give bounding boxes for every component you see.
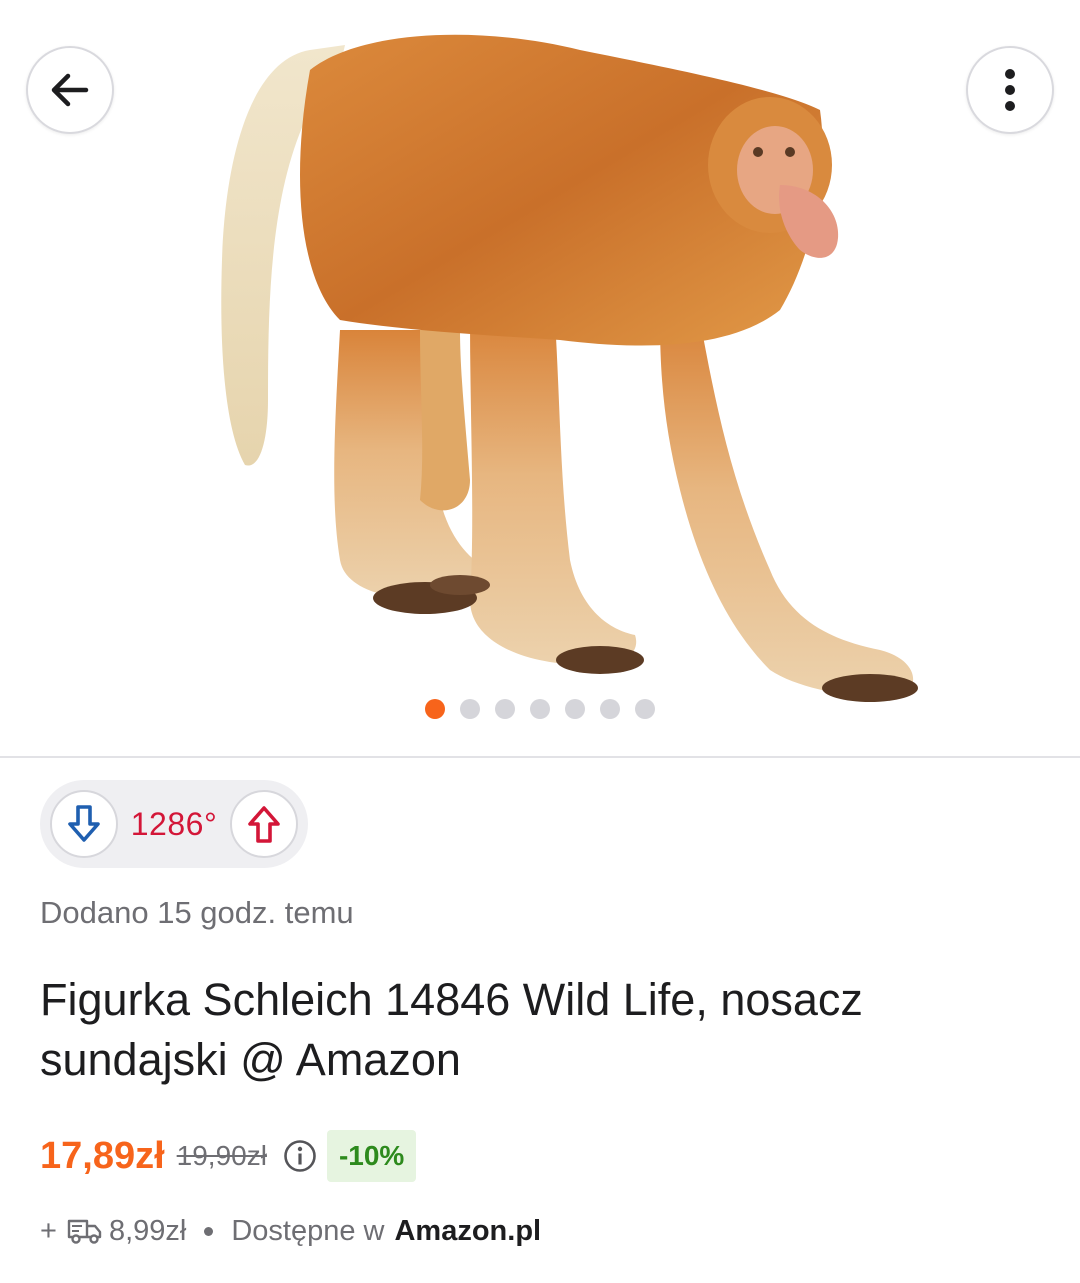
divider [0, 756, 1080, 758]
discount-badge: -10% [326, 1130, 417, 1182]
gallery-dot[interactable] [460, 699, 480, 719]
deal-temperature: 1286° [130, 805, 218, 842]
arrow-up-icon [248, 806, 280, 843]
product-image[interactable] [0, 0, 1080, 757]
more-vertical-icon [1005, 69, 1015, 111]
shipping-cost: 8,99zł [108, 1214, 187, 1247]
current-price: 17,89zł [40, 1134, 165, 1177]
gallery-dot[interactable] [600, 699, 620, 719]
truck-icon [67, 1216, 103, 1246]
back-button[interactable] [26, 46, 114, 134]
shipping-row: + 8,99zł Dostępne w Amazon.pl [40, 1208, 541, 1254]
old-price: 19,90zł [176, 1140, 267, 1171]
merchant-link[interactable]: Amazon.pl [394, 1215, 541, 1248]
deal-title: Figurka Schleich 14846 Wild Life, nosacz… [40, 974, 863, 1085]
gallery-dot[interactable] [635, 699, 655, 719]
gallery-dot[interactable] [530, 699, 550, 719]
vote-up-button[interactable] [230, 790, 298, 858]
arrow-down-icon [68, 805, 100, 842]
info-icon[interactable] [283, 1139, 317, 1173]
gallery-pagination [0, 699, 1080, 719]
gallery-dot-active[interactable] [425, 699, 445, 719]
gallery-dot[interactable] [495, 699, 515, 719]
arrow-left-icon [51, 73, 89, 107]
shipping-prefix: + [40, 1214, 57, 1247]
product-image-gallery[interactable] [0, 0, 1080, 757]
separator-dot [204, 1226, 214, 1236]
more-options-button[interactable] [966, 46, 1054, 134]
vote-down-button[interactable] [50, 790, 118, 858]
availability-label: Dostępne w [231, 1214, 385, 1247]
posted-time: Dodano 15 godz. temu [40, 895, 354, 930]
gallery-dot[interactable] [565, 699, 585, 719]
vote-widget: 1286° [40, 780, 308, 868]
price-row: 17,89zł 19,90zł -10% [40, 1130, 417, 1182]
